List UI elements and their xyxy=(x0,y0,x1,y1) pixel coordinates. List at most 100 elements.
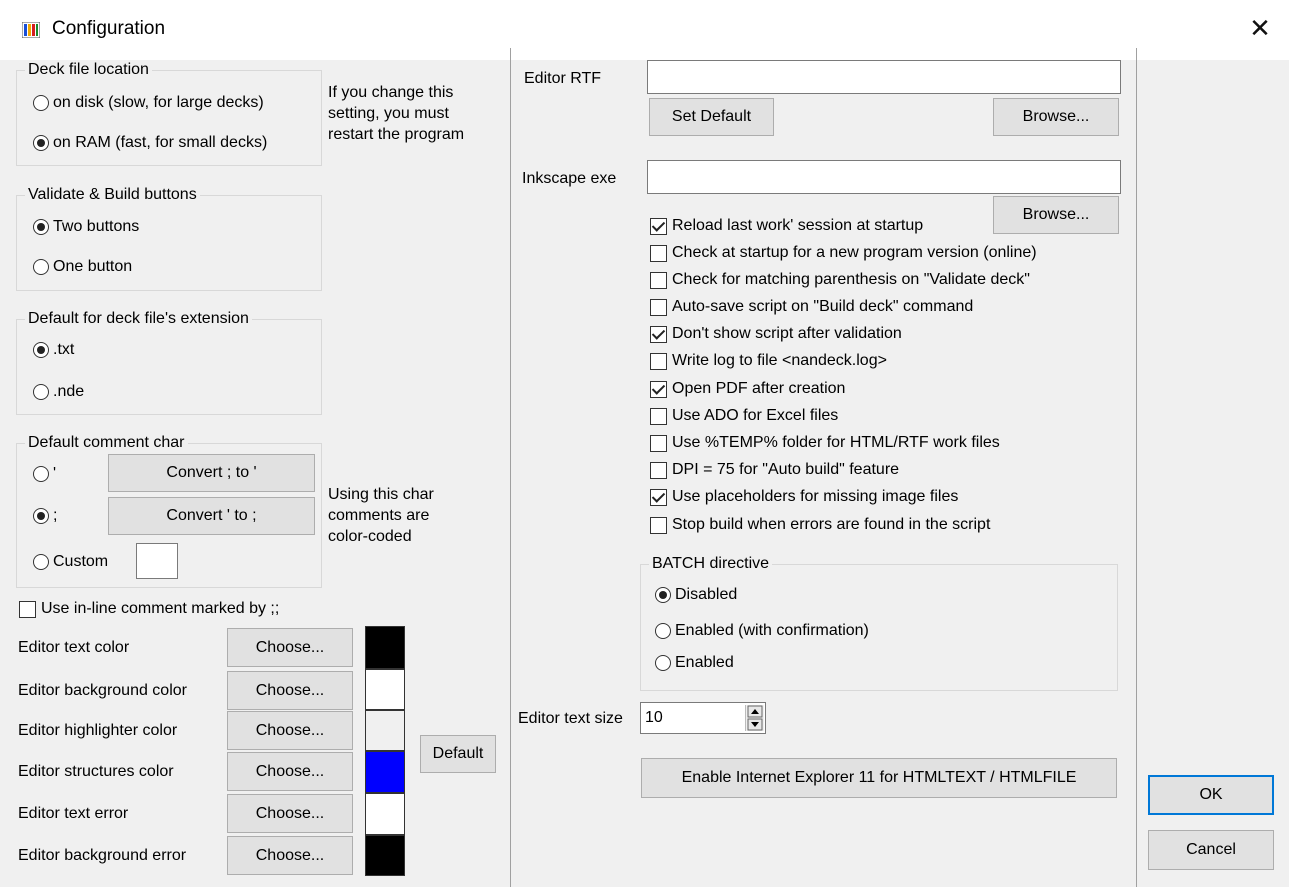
validate-build-legend: Validate & Build buttons xyxy=(25,185,200,205)
checkbox-label: Use %TEMP% folder for HTML/RTF work file… xyxy=(672,434,1000,451)
radio-indicator xyxy=(33,554,49,570)
radio-indicator xyxy=(33,508,49,524)
radio-label: .nde xyxy=(53,383,85,400)
editor-rtf-label: Editor RTF xyxy=(524,70,602,87)
editor-rtf-input[interactable] xyxy=(647,60,1121,94)
option-dpi-75[interactable]: DPI = 75 for "Auto build" feature xyxy=(650,461,899,479)
radio-label: One button xyxy=(53,258,133,275)
ok-button[interactable]: OK xyxy=(1148,775,1274,815)
editor-rtf-browse-button[interactable]: Browse... xyxy=(993,98,1119,136)
choose-background-color-button[interactable]: Choose... xyxy=(227,671,353,710)
choose-background-error-button[interactable]: Choose... xyxy=(227,836,353,875)
editor-text-color-label: Editor text color xyxy=(18,639,130,656)
editor-background-error-label: Editor background error xyxy=(18,847,187,864)
radio-indicator xyxy=(33,384,49,400)
option-auto-save[interactable]: Auto-save script on "Build deck" command xyxy=(650,298,973,316)
checkbox-indicator xyxy=(650,380,667,398)
choose-text-color-button[interactable]: Choose... xyxy=(227,628,353,667)
background-color-swatch xyxy=(365,669,405,710)
radio-batch-disabled[interactable]: Disabled xyxy=(655,586,737,604)
inline-comment-checkbox[interactable]: Use in-line comment marked by ;; xyxy=(19,600,279,618)
text-color-swatch xyxy=(365,626,405,669)
radio-indicator xyxy=(33,342,49,358)
checkbox-indicator xyxy=(650,434,667,452)
checkbox-label: Use in-line comment marked by ;; xyxy=(41,600,280,617)
option-stop-build-errors[interactable]: Stop build when errors are found in the … xyxy=(650,516,990,534)
checkbox-indicator xyxy=(19,600,36,618)
editor-background-color-label: Editor background color xyxy=(18,682,187,699)
enable-ie11-button[interactable]: Enable Internet Explorer 11 for HTMLTEXT… xyxy=(641,758,1117,798)
choose-highlighter-color-button[interactable]: Choose... xyxy=(227,711,353,750)
convert-to-apostrophe-button[interactable]: Convert ; to ' xyxy=(108,454,315,492)
radio-nde[interactable]: .nde xyxy=(33,383,84,401)
checkbox-indicator xyxy=(650,461,667,479)
radio-indicator xyxy=(33,95,49,111)
convert-to-semicolon-button[interactable]: Convert ' to ; xyxy=(108,497,315,535)
default-colors-button[interactable]: Default xyxy=(420,735,496,773)
inkscape-exe-input[interactable] xyxy=(647,160,1121,194)
checkbox-label: Open PDF after creation xyxy=(672,380,846,397)
radio-on-ram[interactable]: on RAM (fast, for small decks) xyxy=(33,134,267,152)
background-error-swatch xyxy=(365,835,405,876)
option-check-new-version[interactable]: Check at startup for a new program versi… xyxy=(650,244,1037,262)
option-use-temp-folder[interactable]: Use %TEMP% folder for HTML/RTF work file… xyxy=(650,434,1000,452)
radio-indicator xyxy=(655,655,671,671)
app-icon xyxy=(22,22,40,38)
option-use-ado[interactable]: Use ADO for Excel files xyxy=(650,407,838,425)
checkbox-indicator xyxy=(650,271,667,289)
radio-two-buttons[interactable]: Two buttons xyxy=(33,218,139,236)
checkbox-indicator xyxy=(650,352,667,370)
custom-char-input[interactable] xyxy=(136,543,178,579)
option-reload-session[interactable]: Reload last work' session at startup xyxy=(650,217,923,235)
radio-one-button[interactable]: One button xyxy=(33,258,132,276)
radio-txt[interactable]: .txt xyxy=(33,341,74,359)
radio-indicator xyxy=(33,135,49,151)
color-coded-note: Using this char comments are color-coded xyxy=(328,486,434,545)
set-default-button[interactable]: Set Default xyxy=(649,98,774,136)
checkbox-label: Stop build when errors are found in the … xyxy=(672,516,991,533)
radio-semicolon[interactable]: ; xyxy=(33,507,57,525)
option-check-parenthesis[interactable]: Check for matching parenthesis on "Valid… xyxy=(650,271,1030,289)
checkbox-label: Check for matching parenthesis on "Valid… xyxy=(672,271,1030,288)
radio-label: Enabled (with confirmation) xyxy=(675,622,869,639)
radio-indicator xyxy=(655,587,671,603)
title-bar: Configuration ✕ xyxy=(0,0,1289,60)
radio-on-disk[interactable]: on disk (slow, for large decks) xyxy=(33,94,264,112)
radio-batch-enabled-confirm[interactable]: Enabled (with confirmation) xyxy=(655,622,869,640)
option-use-placeholders[interactable]: Use placeholders for missing image files xyxy=(650,488,958,506)
right-column-divider xyxy=(1136,48,1137,887)
restart-note: If you change this setting, you must res… xyxy=(328,84,465,143)
close-icon[interactable]: ✕ xyxy=(1244,12,1276,44)
checkbox-indicator xyxy=(650,516,667,534)
radio-custom[interactable]: Custom xyxy=(33,553,108,571)
checkbox-indicator xyxy=(650,407,667,425)
radio-label: on RAM (fast, for small decks) xyxy=(53,134,268,151)
radio-label: Two buttons xyxy=(53,218,140,235)
editor-text-size-label: Editor text size xyxy=(518,710,623,727)
radio-indicator xyxy=(655,623,671,639)
radio-apostrophe[interactable]: ' xyxy=(33,465,56,483)
comment-char-legend: Default comment char xyxy=(25,433,188,453)
radio-batch-enabled[interactable]: Enabled xyxy=(655,654,734,672)
radio-label: .txt xyxy=(53,341,75,358)
option-dont-show-script[interactable]: Don't show script after validation xyxy=(650,325,902,343)
radio-label: ' xyxy=(53,465,57,482)
choose-text-error-button[interactable]: Choose... xyxy=(227,794,353,833)
deck-extension-legend: Default for deck file's extension xyxy=(25,309,252,329)
inkscape-exe-label: Inkscape exe xyxy=(522,170,617,187)
editor-text-error-label: Editor text error xyxy=(18,805,129,822)
validate-build-group: Validate & Build buttons xyxy=(16,185,322,291)
checkbox-label: Reload last work' session at startup xyxy=(672,217,924,234)
checkbox-indicator xyxy=(650,244,667,262)
checkbox-label: Use ADO for Excel files xyxy=(672,407,839,424)
choose-structures-color-button[interactable]: Choose... xyxy=(227,752,353,791)
text-size-spinner[interactable] xyxy=(745,705,764,731)
inkscape-browse-button[interactable]: Browse... xyxy=(993,196,1119,234)
cancel-button[interactable]: Cancel xyxy=(1148,830,1274,870)
spinner-arrows-icon xyxy=(747,705,763,731)
text-error-swatch xyxy=(365,793,405,835)
radio-indicator xyxy=(33,219,49,235)
option-open-pdf[interactable]: Open PDF after creation xyxy=(650,380,845,398)
option-write-log[interactable]: Write log to file <nandeck.log> xyxy=(650,352,887,370)
radio-indicator xyxy=(33,259,49,275)
